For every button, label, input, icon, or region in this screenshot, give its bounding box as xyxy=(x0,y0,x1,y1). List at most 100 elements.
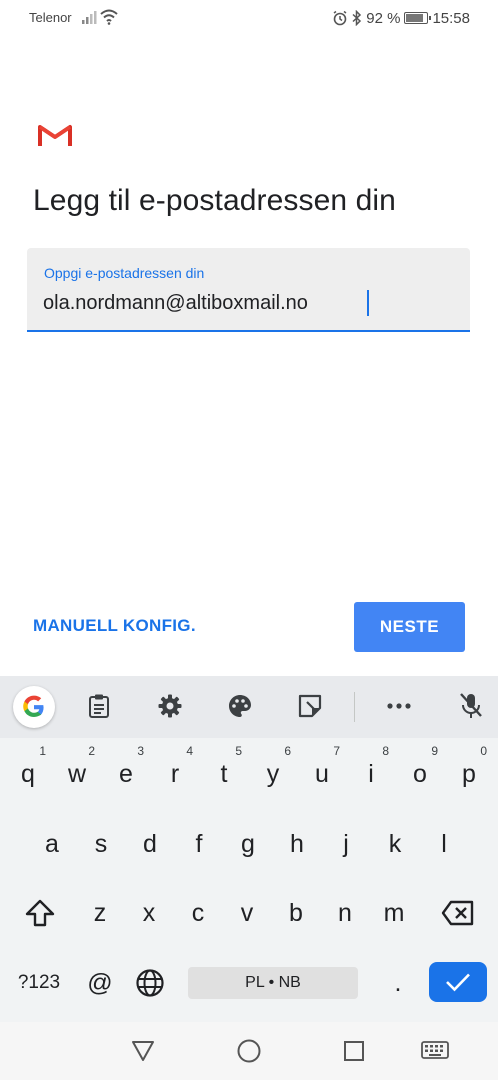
key-label: q xyxy=(21,759,35,788)
key-a[interactable]: a xyxy=(28,822,76,866)
key-hint: 4 xyxy=(186,744,193,758)
palette-icon[interactable] xyxy=(225,691,255,721)
recents-icon[interactable] xyxy=(339,1036,369,1066)
key-hint: 2 xyxy=(88,744,95,758)
key-l[interactable]: l xyxy=(420,822,468,866)
check-icon xyxy=(446,973,470,992)
key-label: w xyxy=(67,759,87,788)
key-j[interactable]: j xyxy=(322,822,370,866)
key-label: i xyxy=(368,759,374,788)
back-icon[interactable] xyxy=(128,1036,158,1066)
carrier-name: Telenor xyxy=(29,10,72,25)
manual-config-button[interactable]: MANUELL KONFIG. xyxy=(33,616,196,636)
key-y[interactable]: y6 xyxy=(249,744,297,796)
key-s[interactable]: s xyxy=(77,822,125,866)
sticker-icon[interactable] xyxy=(295,691,325,721)
key-label: j xyxy=(343,829,349,858)
key-p[interactable]: p0 xyxy=(445,744,493,796)
key-c[interactable]: c xyxy=(174,891,222,935)
key-hint: 8 xyxy=(382,744,389,758)
alarm-icon xyxy=(333,10,347,26)
key-b[interactable]: b xyxy=(272,891,320,935)
key-q[interactable]: q1 xyxy=(4,744,52,796)
key-n[interactable]: n xyxy=(321,891,369,935)
gear-icon[interactable] xyxy=(155,691,185,721)
globe-icon[interactable] xyxy=(128,961,172,1005)
key-label: p xyxy=(462,759,476,788)
key-o[interactable]: o9 xyxy=(396,744,444,796)
key-m[interactable]: m xyxy=(370,891,418,935)
key-label: n xyxy=(338,898,352,927)
key-hint: 5 xyxy=(235,744,242,758)
key-label: u xyxy=(315,759,329,788)
key-label: v xyxy=(240,898,254,927)
key-label: k xyxy=(388,829,402,858)
key-u[interactable]: u7 xyxy=(298,744,346,796)
enter-key[interactable] xyxy=(429,962,487,1002)
home-icon[interactable] xyxy=(234,1036,264,1066)
key-label: x xyxy=(142,898,156,927)
key-label: y xyxy=(266,759,280,788)
key-f[interactable]: f xyxy=(175,822,223,866)
space-key[interactable]: PL • NB xyxy=(188,967,358,999)
email-input[interactable] xyxy=(43,288,453,318)
status-bar: Telenor 92 % 15:58 xyxy=(0,0,498,36)
key-label: e xyxy=(119,759,133,788)
key-label: s xyxy=(94,829,108,858)
key-label: h xyxy=(290,829,304,858)
key-hint: 6 xyxy=(284,744,291,758)
key-x[interactable]: x xyxy=(125,891,173,935)
bluetooth-icon xyxy=(352,10,362,26)
key-d[interactable]: d xyxy=(126,822,174,866)
google-g-icon[interactable] xyxy=(13,686,55,728)
key-label: g xyxy=(241,829,255,858)
battery-percent: 92 % xyxy=(366,9,401,27)
key-label: r xyxy=(170,759,180,788)
key-r[interactable]: r4 xyxy=(151,744,199,796)
keyboard-hide-icon[interactable] xyxy=(420,1036,450,1066)
key-g[interactable]: g xyxy=(224,822,272,866)
key-label: b xyxy=(289,898,303,927)
key-label: o xyxy=(413,759,427,788)
mic-off-icon[interactable] xyxy=(456,691,486,721)
key-hint: 9 xyxy=(431,744,438,758)
clipboard-icon[interactable] xyxy=(84,691,114,721)
key-w[interactable]: w2 xyxy=(53,744,101,796)
key-hint: 0 xyxy=(480,744,487,758)
key-k[interactable]: k xyxy=(371,822,419,866)
key-h[interactable]: h xyxy=(273,822,321,866)
clock: 15:58 xyxy=(432,9,470,27)
gmail-logo-icon xyxy=(38,125,72,146)
key-label: l xyxy=(441,829,447,858)
at-key[interactable]: @ xyxy=(78,961,122,1005)
key-label: c xyxy=(191,898,205,927)
key-i[interactable]: i8 xyxy=(347,744,395,796)
keyboard-toolbar xyxy=(0,676,498,738)
shift-key[interactable] xyxy=(18,891,62,935)
key-label: m xyxy=(383,898,405,927)
email-field-container[interactable]: Oppgi e-postadressen din xyxy=(27,248,470,332)
battery-icon xyxy=(404,12,432,24)
key-t[interactable]: t5 xyxy=(200,744,248,796)
signal-icon xyxy=(82,11,97,24)
toolbar-divider xyxy=(354,692,355,722)
wifi-icon xyxy=(100,9,118,25)
key-label: a xyxy=(45,829,59,858)
backspace-key[interactable] xyxy=(436,891,480,935)
key-label: d xyxy=(143,829,157,858)
text-cursor xyxy=(367,290,369,316)
key-label: t xyxy=(220,759,228,788)
key-hint: 7 xyxy=(333,744,340,758)
navigation-bar xyxy=(0,1022,498,1080)
page-title: Legg til e-postadressen din xyxy=(33,184,396,217)
next-button[interactable]: NESTE xyxy=(354,602,465,652)
key-hint: 3 xyxy=(137,744,144,758)
period-key[interactable]: . xyxy=(376,961,420,1005)
more-icon[interactable] xyxy=(384,691,414,721)
key-e[interactable]: e3 xyxy=(102,744,150,796)
soft-keyboard: q1w2e3r4t5y6u7i8o9p0asdfghjklzxcvbnm ?12… xyxy=(0,676,498,1022)
key-v[interactable]: v xyxy=(223,891,271,935)
key-z[interactable]: z xyxy=(76,891,124,935)
symbols-key[interactable]: ?123 xyxy=(10,961,68,1005)
key-label: z xyxy=(93,898,107,927)
